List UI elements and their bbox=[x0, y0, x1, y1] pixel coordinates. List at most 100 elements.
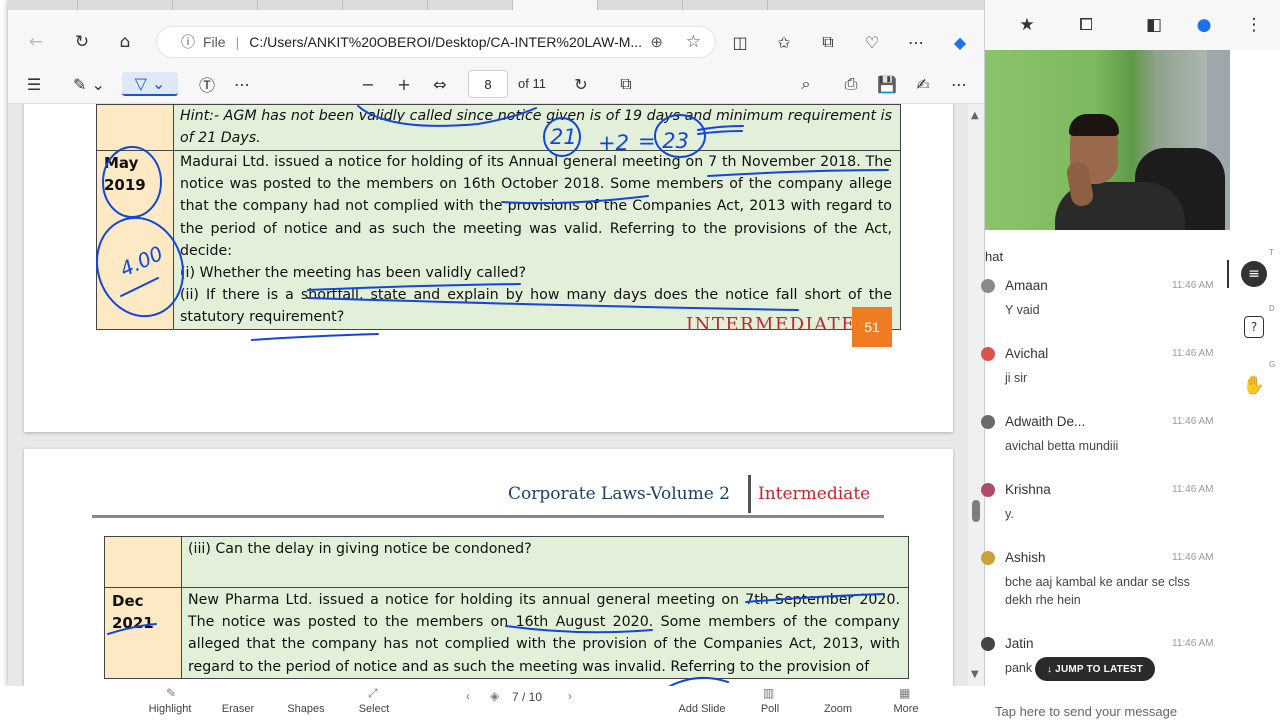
zoom-in-icon[interactable]: + bbox=[392, 72, 416, 96]
select-button[interactable]: Select bbox=[350, 703, 398, 715]
browser-tab[interactable] bbox=[683, 0, 768, 10]
page-number-input[interactable]: 8 bbox=[468, 70, 508, 98]
pdf-page: Corporate Laws-Volume 2 Intermediate (ii… bbox=[24, 449, 953, 686]
url-field[interactable]: ⓘ File | C:/Users/ANKIT%20OBEROI/Desktop… bbox=[156, 26, 716, 58]
jump-to-latest-button[interactable]: ↓ JUMP TO LATEST bbox=[1035, 657, 1155, 681]
poll-icon[interactable]: ▥ bbox=[763, 686, 774, 700]
highlight-button[interactable]: Highlight bbox=[140, 703, 200, 715]
year-cell bbox=[104, 536, 182, 588]
eraser-button[interactable]: Eraser bbox=[213, 703, 263, 715]
select-icon[interactable]: ⤢ bbox=[368, 686, 378, 701]
chat-author: Adwaith De... bbox=[1005, 414, 1086, 429]
browser-tab-active[interactable] bbox=[513, 0, 598, 10]
chat-text: y. bbox=[1005, 507, 1014, 521]
year-cell bbox=[96, 104, 174, 151]
avatar bbox=[981, 279, 995, 293]
browser-tab[interactable] bbox=[173, 0, 258, 10]
instructor-video[interactable] bbox=[985, 50, 1230, 230]
zoom-button[interactable]: Zoom bbox=[818, 703, 858, 715]
browser-window: ← ↻ ⌂ ⓘ File | C:/Users/ANKIT%20OBEROI/D… bbox=[8, 0, 985, 686]
favorite-star-icon[interactable]: ☆ bbox=[686, 32, 701, 52]
chat-author: Jatin bbox=[1005, 636, 1034, 651]
search-icon[interactable]: ⌕ bbox=[794, 72, 818, 96]
more-menu-icon[interactable]: ⋯ bbox=[902, 28, 930, 56]
url-text[interactable]: C:/Users/ANKIT%20OBEROI/Desktop/CA-INTER… bbox=[249, 34, 642, 50]
extensions-icon[interactable]: ⧠ bbox=[1073, 12, 1099, 38]
scroll-up-icon[interactable]: ▲ bbox=[971, 110, 979, 121]
text-tool-icon[interactable]: Ⓣ bbox=[195, 72, 219, 96]
save-as-icon[interactable]: ✍ bbox=[911, 72, 935, 96]
contents-icon[interactable]: ☰ bbox=[22, 72, 46, 96]
zoom-out-icon[interactable]: − bbox=[356, 72, 380, 96]
rotate-icon[interactable]: ↻ bbox=[569, 72, 593, 96]
sidebar-icon[interactable]: ◧ bbox=[1141, 12, 1167, 38]
collections-icon[interactable]: ⧉ bbox=[814, 28, 842, 56]
back-icon[interactable]: ← bbox=[22, 28, 50, 56]
next-slide-icon[interactable]: › bbox=[568, 689, 572, 703]
chat-time: 11:46 AM bbox=[1172, 552, 1214, 563]
more-grid-icon[interactable]: ▦ bbox=[899, 686, 910, 700]
toolbar-more-icon[interactable]: ⋯ bbox=[230, 72, 254, 96]
side-letter: D bbox=[1269, 304, 1275, 313]
prev-slide-icon[interactable]: ‹ bbox=[466, 689, 470, 703]
browser-tab[interactable] bbox=[343, 0, 428, 10]
fit-width-icon[interactable]: ⇔ bbox=[428, 72, 452, 96]
address-bar: ← ↻ ⌂ ⓘ File | C:/Users/ANKIT%20OBEROI/D… bbox=[8, 22, 984, 62]
kebab-menu-icon[interactable]: ⋮ bbox=[1241, 12, 1267, 38]
pdf-toolbar: ☰ ✎ ⌄ ▽ ⌄ Ⓣ ⋯ − + ⇔ 8 of 11 ↻ ⧉ ⌕ ⎙ 💾 ✍ … bbox=[8, 64, 984, 104]
browser-tab[interactable] bbox=[8, 0, 78, 10]
browser-tab[interactable] bbox=[258, 0, 343, 10]
chat-author: Krishna bbox=[1005, 482, 1051, 497]
browser-right-toolbar: ★ ⧠ ◧ ● ⋮ bbox=[985, 0, 1280, 50]
book-level: Intermediate bbox=[758, 484, 871, 504]
chat-text: bche aaj kambal ke andar se clss dekh rh… bbox=[1005, 575, 1190, 607]
home-icon[interactable]: ⌂ bbox=[111, 28, 139, 56]
split-screen-icon[interactable]: ◫ bbox=[726, 28, 754, 56]
pdf-viewer[interactable]: Hint:- AGM has not been validly called s… bbox=[8, 104, 968, 686]
refresh-icon[interactable]: ↻ bbox=[68, 28, 96, 56]
scrollbar-thumb[interactable] bbox=[972, 500, 980, 522]
slide-toolbar: ✎ Highlight Eraser Shapes ⤢ Select ‹ ◈ 7… bbox=[0, 686, 985, 720]
tab-strip bbox=[8, 0, 984, 10]
scroll-down-icon[interactable]: ▼ bbox=[971, 669, 979, 680]
favorites-icon[interactable]: ✩ bbox=[770, 28, 798, 56]
page-number-badge: 51 bbox=[852, 307, 892, 347]
save-icon[interactable]: 💾 bbox=[875, 72, 899, 96]
add-slide-button[interactable]: Add Slide bbox=[672, 703, 732, 715]
question-sub-1: (i) Whether the meeting has been validly… bbox=[180, 265, 527, 282]
chat-text: ji sir bbox=[1005, 371, 1028, 385]
shapes-button[interactable]: Shapes bbox=[281, 703, 331, 715]
zoom-icon[interactable]: ⊕ bbox=[650, 33, 663, 51]
question-text: Madurai Ltd. issued a notice for holding… bbox=[180, 154, 892, 259]
avatar bbox=[981, 415, 995, 429]
browser-tab[interactable] bbox=[78, 0, 173, 10]
hint-cell: Hint:- AGM has not been validly called s… bbox=[173, 104, 901, 151]
poll-button[interactable]: Poll bbox=[750, 703, 790, 715]
url-separator: | bbox=[235, 34, 240, 50]
highlight-icon[interactable]: ✎ bbox=[166, 686, 176, 700]
chat-time: 11:46 AM bbox=[1172, 484, 1214, 495]
chat-time: 11:46 AM bbox=[1172, 348, 1214, 359]
site-info-icon[interactable]: ⓘ bbox=[181, 32, 195, 52]
profile-icon[interactable]: ● bbox=[1191, 12, 1217, 38]
page-view-icon[interactable]: ⧉ bbox=[614, 72, 638, 96]
question-cell: (iii) Can the delay in giving notice be … bbox=[181, 536, 909, 588]
bookmark-star-icon[interactable]: ★ bbox=[1014, 12, 1040, 38]
raise-hand-icon[interactable]: ✋ bbox=[1241, 372, 1267, 398]
highlight-tool-icon[interactable]: ✎ ⌄ bbox=[64, 72, 114, 96]
chat-tab-icon[interactable]: ≡ bbox=[1241, 261, 1267, 287]
more-button[interactable]: More bbox=[886, 703, 926, 715]
browser-tab[interactable] bbox=[598, 0, 683, 10]
vertical-scrollbar[interactable]: ▲ ▼ bbox=[968, 104, 984, 686]
pdf-more-icon[interactable]: ⋯ bbox=[947, 72, 971, 96]
draw-tool-icon[interactable]: ▽ ⌄ bbox=[122, 72, 178, 96]
chat-panel: hat Amaan 11:46 AM Y vaid Avichal 11:46 … bbox=[981, 230, 1280, 720]
print-icon[interactable]: ⎙ bbox=[839, 72, 863, 96]
chat-message-input[interactable]: Tap here to send your message bbox=[985, 700, 1245, 720]
extensions-heart-icon[interactable]: ♡ bbox=[858, 28, 886, 56]
browser-tab[interactable] bbox=[428, 0, 513, 10]
questions-tab-icon[interactable]: ? bbox=[1244, 316, 1264, 338]
year-cell: May 2019 bbox=[96, 150, 174, 330]
copilot-icon[interactable]: ◆ bbox=[946, 28, 974, 56]
avatar bbox=[981, 637, 995, 651]
